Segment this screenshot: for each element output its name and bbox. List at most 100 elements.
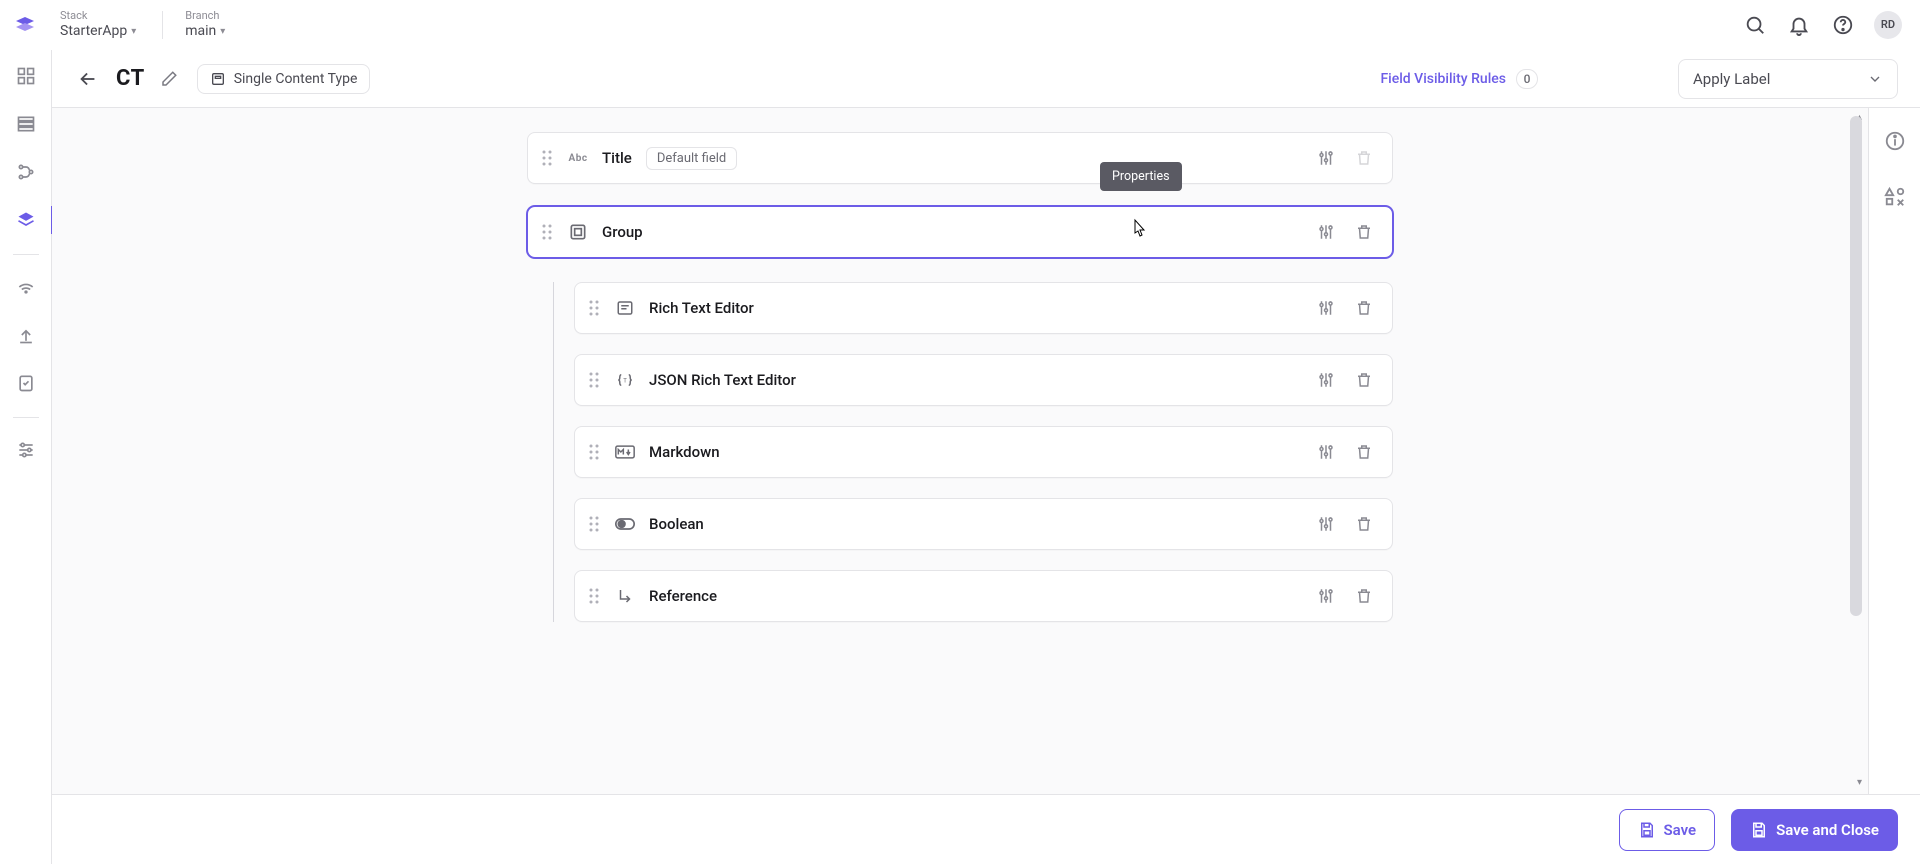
field-boolean[interactable]: Boolean xyxy=(574,498,1393,550)
stack-value: StarterApp xyxy=(60,24,127,39)
trash-icon xyxy=(1355,299,1373,317)
field-label: Rich Text Editor xyxy=(649,299,754,317)
widgets-panel-button[interactable] xyxy=(1884,186,1906,212)
logo-icon xyxy=(13,13,37,37)
chevron-down-icon xyxy=(1867,71,1883,87)
field-label: Group xyxy=(602,223,643,241)
help-icon xyxy=(1832,14,1854,36)
divider xyxy=(13,254,39,255)
field-label: Boolean xyxy=(649,515,704,533)
grid-icon xyxy=(16,66,36,86)
json-rte-field-icon: T xyxy=(615,371,635,389)
app-logo[interactable] xyxy=(12,12,38,38)
save-label: Save xyxy=(1664,821,1697,839)
field-label: Title xyxy=(602,149,632,167)
markdown-icon xyxy=(615,444,635,460)
group-field-icon xyxy=(568,222,588,242)
clipboard-check-icon xyxy=(16,373,36,393)
sliders-vertical-icon xyxy=(1317,223,1335,241)
field-delete-button[interactable] xyxy=(1352,220,1376,244)
back-button[interactable] xyxy=(74,65,102,93)
scrollbar-thumb[interactable] xyxy=(1850,116,1862,616)
markdown-field-icon xyxy=(615,444,635,460)
search-button[interactable] xyxy=(1738,8,1772,42)
info-panel-button[interactable] xyxy=(1884,130,1906,156)
left-nav-rail xyxy=(0,50,52,864)
nav-content-model[interactable] xyxy=(10,204,42,236)
search-icon xyxy=(1744,14,1766,36)
trash-icon xyxy=(1355,149,1373,167)
branch-selector[interactable]: Branch main▾ xyxy=(185,10,225,39)
drag-handle[interactable] xyxy=(540,224,554,240)
apply-label-select[interactable]: Apply Label xyxy=(1678,59,1898,99)
nav-entries[interactable] xyxy=(10,108,42,140)
field-canvas[interactable]: Abc Title Default field Group xyxy=(52,108,1868,794)
save-button[interactable]: Save xyxy=(1619,809,1716,851)
field-properties-button[interactable] xyxy=(1314,220,1338,244)
nav-dashboard[interactable] xyxy=(10,60,42,92)
stack-selector[interactable]: Stack StarterApp ▾ xyxy=(60,10,136,39)
nav-workflows[interactable] xyxy=(10,156,42,188)
nav-tasks[interactable] xyxy=(10,367,42,399)
drag-handle[interactable] xyxy=(587,588,601,604)
field-visibility-rules-link[interactable]: Field Visibility Rules 0 xyxy=(1380,69,1538,89)
trash-icon xyxy=(1355,371,1373,389)
drag-handle[interactable] xyxy=(587,372,601,388)
field-title[interactable]: Abc Title Default field xyxy=(527,132,1393,184)
help-button[interactable] xyxy=(1826,8,1860,42)
rte-field-icon xyxy=(615,299,635,317)
cursor-pointer-icon xyxy=(1129,218,1149,242)
drag-handle[interactable] xyxy=(540,150,554,166)
stack-label: Stack xyxy=(60,10,136,22)
trash-icon xyxy=(1355,223,1373,241)
nav-publish[interactable] xyxy=(10,319,42,351)
upload-icon xyxy=(16,325,36,345)
properties-tooltip: Properties xyxy=(1100,162,1182,191)
field-properties-button[interactable] xyxy=(1314,146,1338,170)
trash-icon xyxy=(1355,515,1373,533)
drag-icon xyxy=(589,588,599,604)
boolean-field-icon xyxy=(615,517,635,531)
drag-handle[interactable] xyxy=(587,444,601,460)
drag-handle[interactable] xyxy=(587,516,601,532)
field-delete-button[interactable] xyxy=(1352,296,1376,320)
nav-releases[interactable] xyxy=(10,271,42,303)
field-delete-button xyxy=(1352,146,1376,170)
field-properties-button[interactable] xyxy=(1314,440,1338,464)
group-children: Rich Text Editor T JSON Rich Text Editor xyxy=(553,282,1393,622)
scroll-down-arrow[interactable]: ▾ xyxy=(1857,777,1862,788)
drag-handle[interactable] xyxy=(587,300,601,316)
field-markdown[interactable]: Markdown xyxy=(574,426,1393,478)
field-json-rte[interactable]: T JSON Rich Text Editor xyxy=(574,354,1393,406)
field-rich-text[interactable]: Rich Text Editor xyxy=(574,282,1393,334)
field-delete-button[interactable] xyxy=(1352,584,1376,608)
field-delete-button[interactable] xyxy=(1352,440,1376,464)
topbar: Stack StarterApp ▾ Branch main▾ RD xyxy=(0,0,1920,50)
branch-value: main xyxy=(185,24,216,39)
field-group[interactable]: Group xyxy=(527,206,1393,258)
save-and-close-button[interactable]: Save and Close xyxy=(1731,809,1898,851)
field-properties-button[interactable] xyxy=(1314,296,1338,320)
content-type-chip: Single Content Type xyxy=(197,64,371,94)
chevron-down-icon: ▾ xyxy=(131,26,136,37)
field-delete-button[interactable] xyxy=(1352,368,1376,392)
field-delete-button[interactable] xyxy=(1352,512,1376,536)
fvr-label: Field Visibility Rules xyxy=(1380,71,1506,87)
drag-icon xyxy=(589,372,599,388)
field-properties-button[interactable] xyxy=(1314,512,1338,536)
edit-title-button[interactable] xyxy=(155,65,183,93)
sliders-vertical-icon xyxy=(1317,587,1335,605)
single-type-icon xyxy=(210,71,226,87)
field-properties-button[interactable] xyxy=(1314,584,1338,608)
field-reference[interactable]: Reference xyxy=(574,570,1393,622)
sliders-vertical-icon xyxy=(1317,515,1335,533)
notifications-button[interactable] xyxy=(1782,8,1816,42)
pencil-icon xyxy=(160,70,178,88)
sliders-vertical-icon xyxy=(1317,443,1335,461)
field-properties-button[interactable] xyxy=(1314,368,1338,392)
reference-field-icon xyxy=(615,587,635,605)
sliders-vertical-icon xyxy=(1317,371,1335,389)
user-avatar[interactable]: RD xyxy=(1874,11,1902,39)
divider xyxy=(13,417,39,418)
nav-settings[interactable] xyxy=(10,434,42,466)
